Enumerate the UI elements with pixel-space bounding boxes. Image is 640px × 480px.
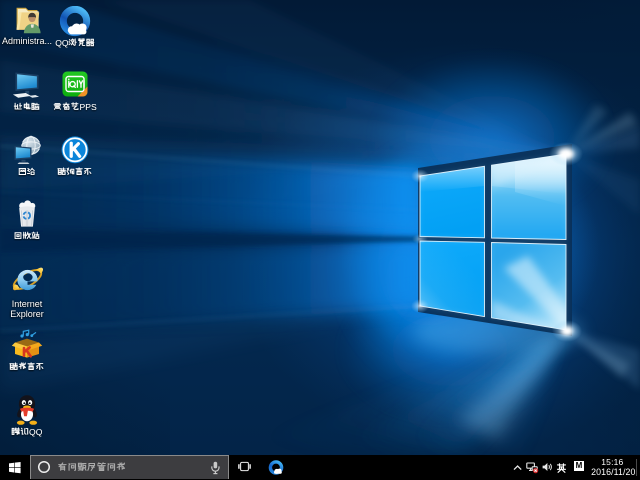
svg-text:QQ: QQ bbox=[29, 427, 43, 437]
svg-text:PPS: PPS bbox=[79, 102, 96, 112]
